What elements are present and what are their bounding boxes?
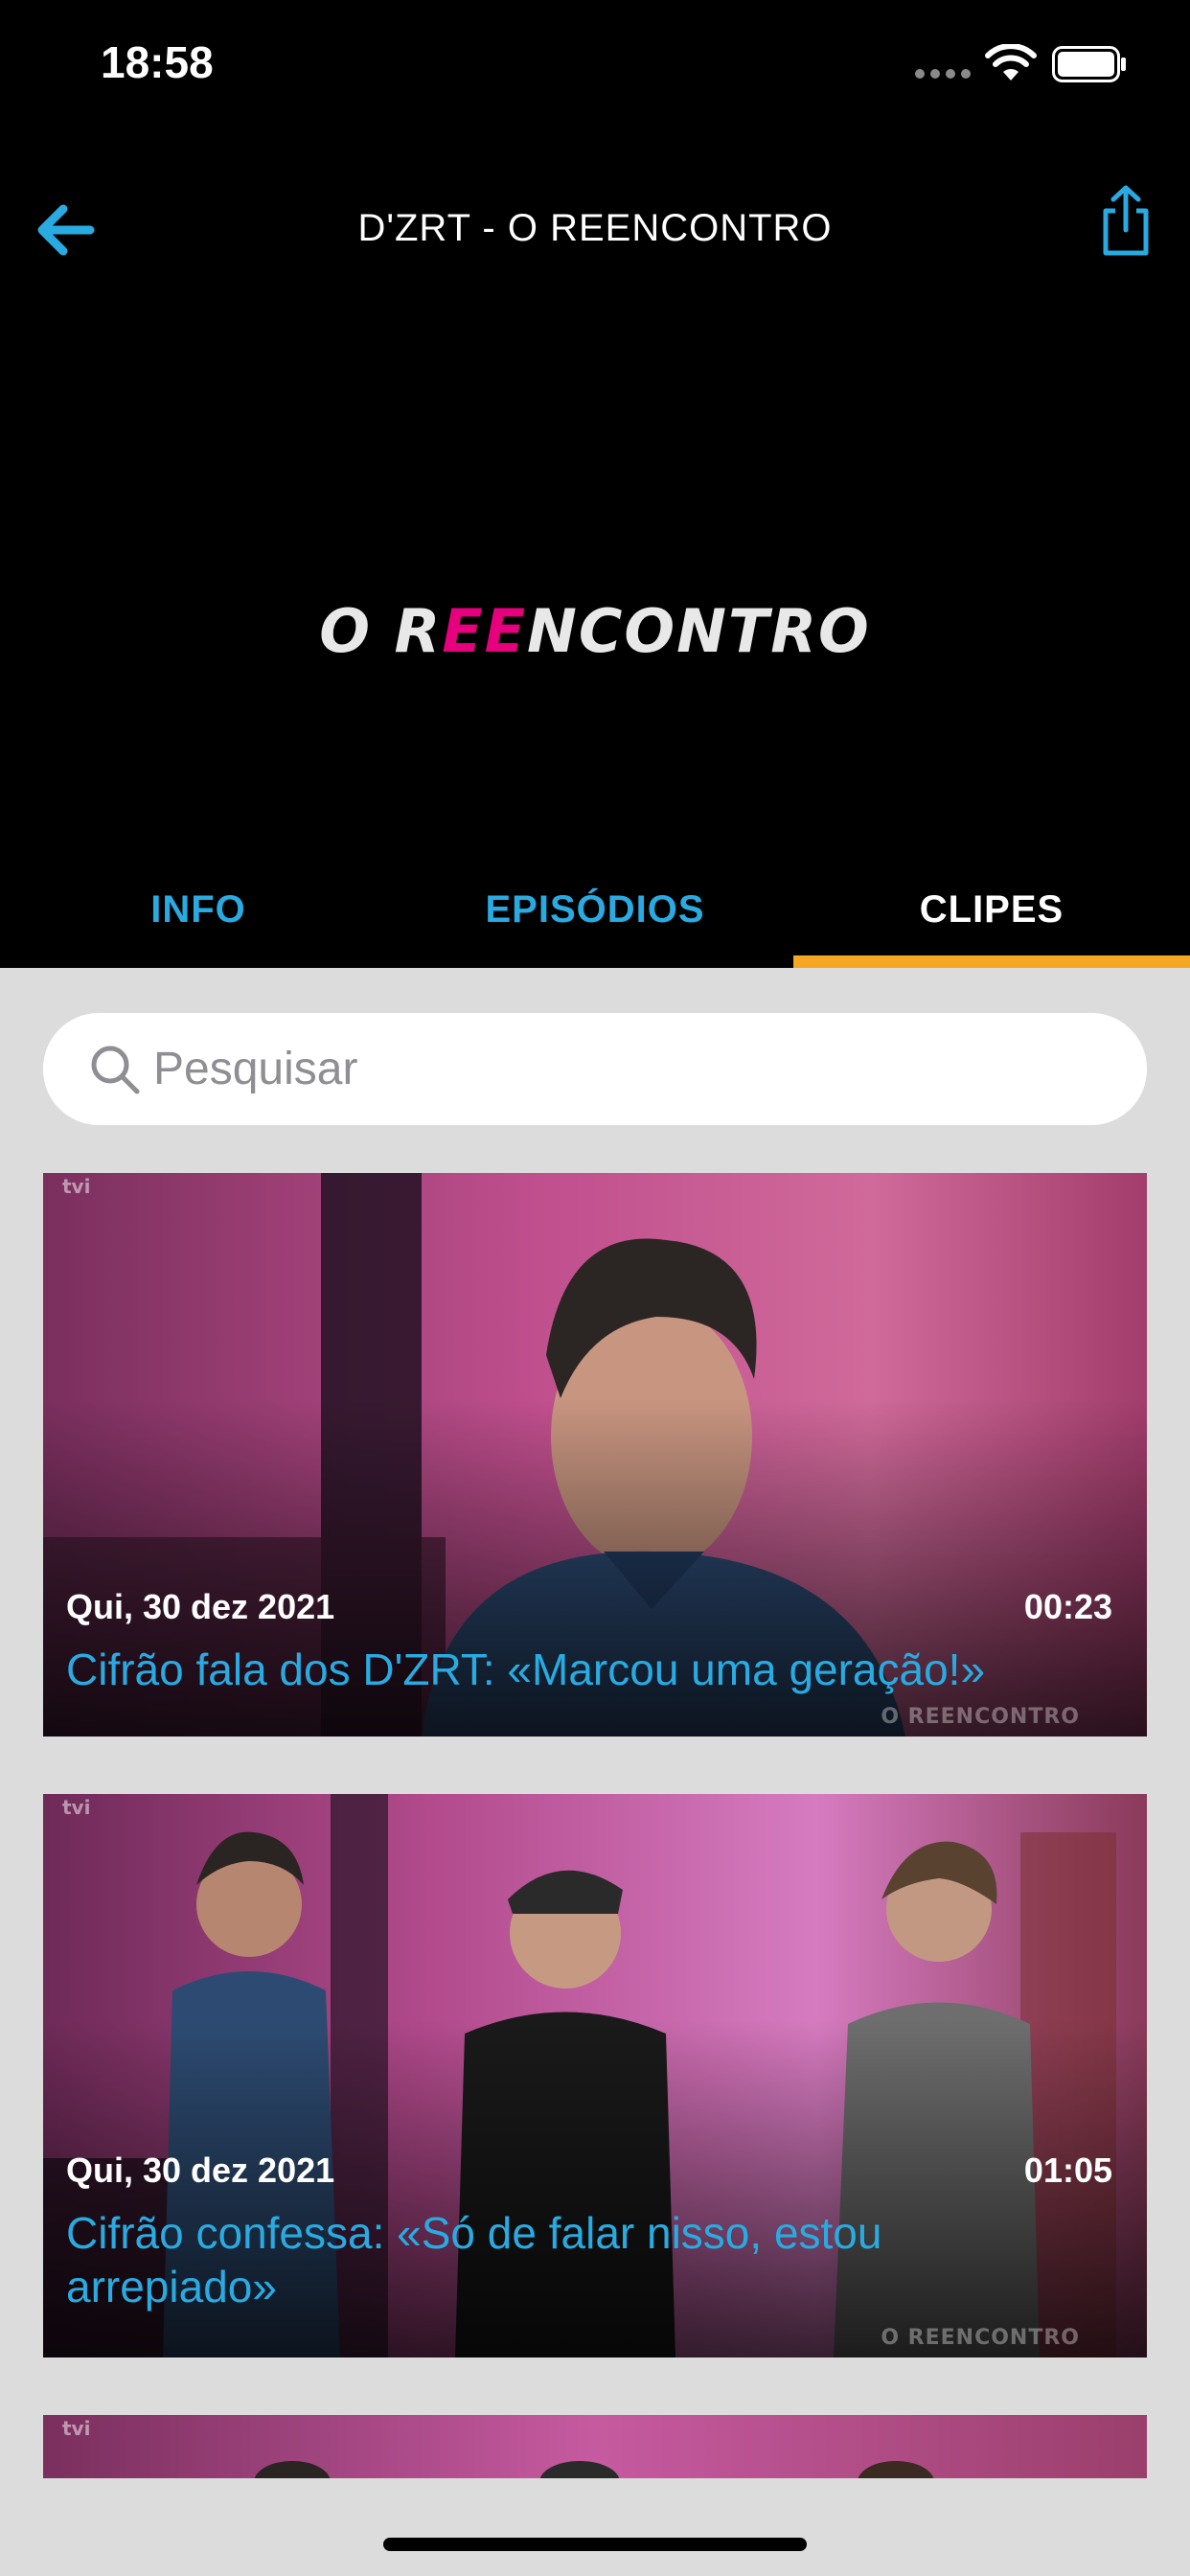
clip-thumbnail	[43, 2415, 1147, 2478]
clip-title: Cifrão fala dos D'ZRT: «Marcou uma geraç…	[66, 1644, 986, 1694]
tab-bar: INFO EPISÓDIOS CLIPES	[0, 867, 1190, 968]
status-time: 18:58	[101, 37, 214, 87]
search-bar[interactable]	[43, 1013, 1147, 1125]
channel-logo: tvi	[62, 2417, 91, 2440]
clip-card[interactable]: tvi Qui, 30 dez 2021 01:05 Cifrão confes…	[43, 1794, 1147, 2358]
channel-logo: tvi	[62, 1175, 91, 1198]
logo-text-a: O R	[319, 596, 443, 666]
battery-icon	[1052, 46, 1126, 82]
channel-logo: tvi	[62, 1796, 91, 1819]
navigation-bar: D'ZRT - O REENCONTRO	[0, 182, 1190, 278]
clip-card[interactable]: tvi	[43, 2415, 1147, 2478]
cellular-signal-icon	[915, 69, 971, 79]
logo-text-accent: EE	[442, 596, 528, 666]
active-tab-indicator	[793, 955, 1190, 968]
tab-episodios[interactable]: EPISÓDIOS	[397, 867, 793, 968]
share-icon	[1103, 185, 1149, 256]
clip-date: Qui, 30 dez 2021	[66, 2150, 335, 2190]
tab-info[interactable]: INFO	[0, 867, 397, 968]
header: 18:58 D'ZRT - O REENCONTRO O REENCONTRO …	[0, 0, 1190, 968]
clip-date: Qui, 30 dez 2021	[66, 1587, 335, 1626]
search-input[interactable]	[153, 1013, 1111, 1125]
clip-title: Cifrão confessa: «Só de falar nisso, est…	[66, 2208, 882, 2312]
logo-text-b: NCONTRO	[527, 596, 871, 666]
wifi-icon	[985, 44, 1037, 80]
clip-duration: 00:23	[1023, 1587, 1112, 1626]
home-indicator	[383, 2538, 807, 2551]
page-title: D'ZRT - O REENCONTRO	[357, 207, 833, 249]
share-button[interactable]	[1092, 182, 1159, 259]
clip-card[interactable]: tvi Qui, 30 dez 2021 00:23 Cifrão fala d…	[43, 1173, 1147, 1736]
clip-duration: 01:05	[1023, 2150, 1112, 2190]
tab-clipes[interactable]: CLIPES	[793, 867, 1190, 968]
clip-watermark: O REENCONTRO	[881, 2326, 1080, 2350]
search-icon	[91, 1046, 140, 1094]
clip-watermark: O REENCONTRO	[881, 1705, 1080, 1729]
status-bar: 18:58	[0, 0, 1190, 134]
show-logo: O REENCONTRO	[0, 596, 1190, 673]
